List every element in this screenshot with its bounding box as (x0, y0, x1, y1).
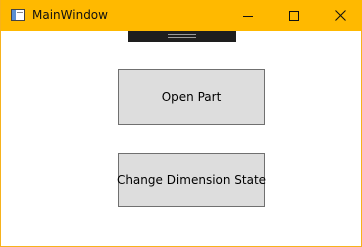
minimize-icon (243, 15, 253, 17)
close-button[interactable] (317, 0, 362, 31)
toolbar-grip-line (168, 37, 196, 38)
open-part-button[interactable]: Open Part (118, 69, 265, 125)
open-part-label: Open Part (161, 90, 222, 104)
debug-toolbar-handle[interactable] (128, 31, 236, 42)
change-dimension-state-button[interactable]: Change Dimension State (116, 153, 267, 207)
app-window-icon (11, 9, 25, 21)
toolbar-grip-line (168, 34, 196, 35)
main-window: MainWindow Open Part Change Dimension St… (0, 0, 362, 247)
maximize-icon (289, 10, 299, 21)
close-icon (334, 10, 346, 21)
maximize-button[interactable] (271, 0, 317, 31)
title-bar[interactable]: MainWindow (1, 0, 362, 31)
change-dimension-state-label: Change Dimension State (116, 173, 267, 187)
minimize-button[interactable] (225, 0, 271, 31)
window-title: MainWindow (32, 8, 108, 22)
